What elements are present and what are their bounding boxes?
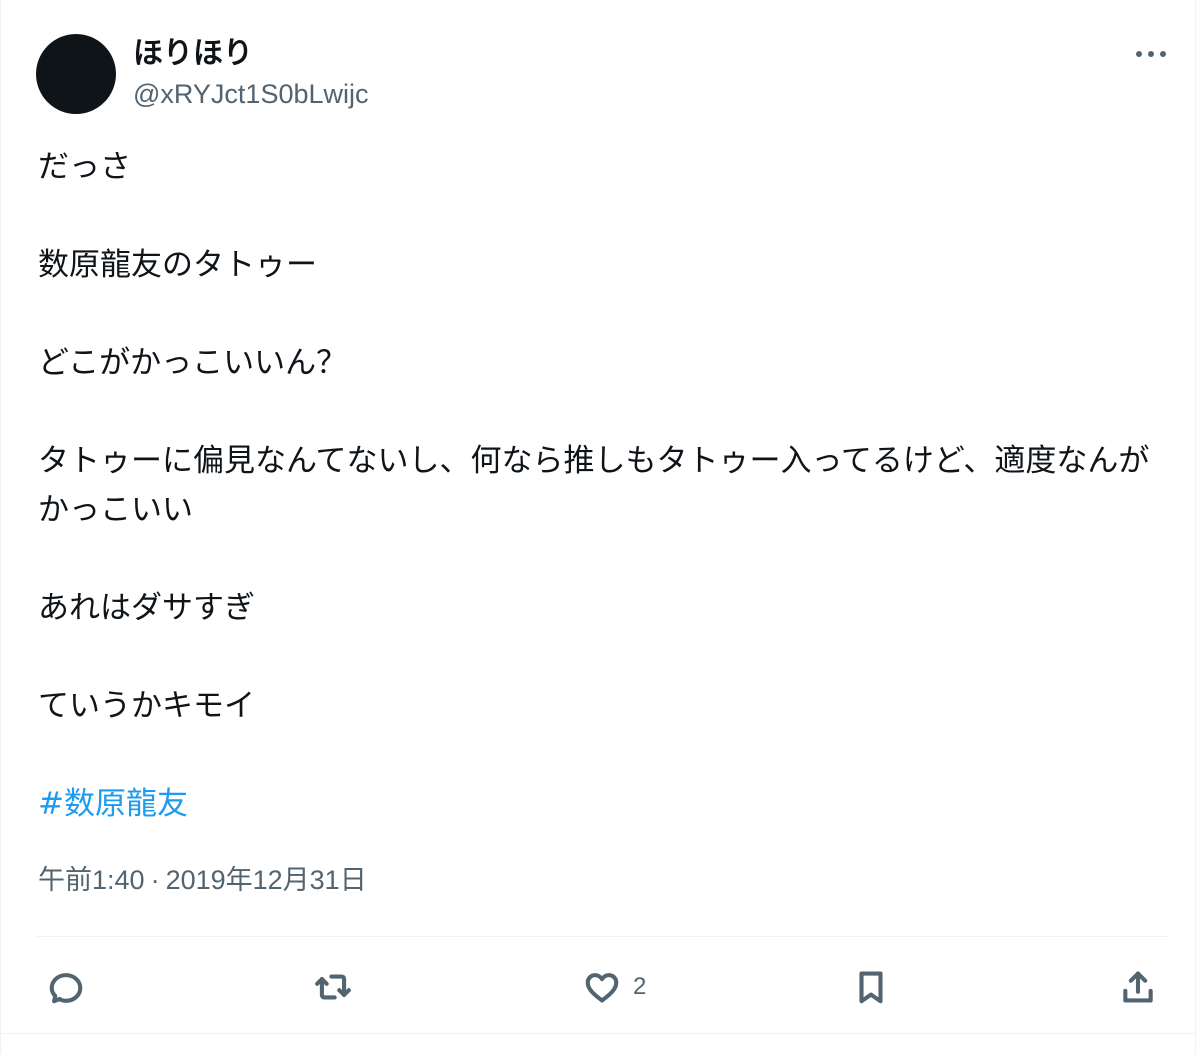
reply-button[interactable] [47, 962, 85, 1012]
tweet-timestamp[interactable]: 午前1:40 · 2019年12月31日 [38, 862, 367, 898]
retweet-icon [315, 974, 351, 1000]
hashtag-link[interactable]: #数原龍友 [38, 780, 1168, 829]
retweet-button[interactable] [314, 962, 352, 1012]
more-dots-icon [1136, 51, 1166, 57]
reply-icon [49, 973, 83, 1004]
tweet-paragraph: どこがかっこいいん？ [38, 345, 348, 381]
tweet-time: 午前1:40 [38, 865, 145, 895]
tweet-paragraph: だっさ [38, 149, 131, 185]
avatar[interactable] [36, 34, 116, 114]
author-display-name[interactable]: ほりほり [133, 36, 253, 72]
divider [36, 936, 1168, 937]
like-button[interactable]: 2 [583, 962, 646, 1012]
tweet-paragraph: ていうかキモイ [38, 688, 255, 724]
timestamp-separator: · [150, 865, 160, 895]
more-options-button[interactable] [1129, 38, 1173, 70]
tweet-date: 2019年12月31日 [165, 865, 367, 895]
bookmark-icon [859, 971, 883, 1004]
tweet-paragraph: タトゥーに偏見なんてないし、何なら推しもタトゥー入ってるけど、適度なんがかっこい… [38, 443, 1150, 528]
author-handle[interactable]: @xRYJct1S0bLwijc [133, 77, 369, 111]
tweet-text: だっさ 数原龍友のタトゥー どこがかっこいいん？ タトゥーに偏見なんてないし、何… [38, 143, 1168, 829]
bottom-border [1, 1033, 1196, 1034]
tweet-paragraph: あれはダサすぎ [38, 590, 255, 626]
tweet-paragraph: 数原龍友のタトゥー [38, 247, 317, 283]
tweet-card: ほりほり @xRYJct1S0bLwijc だっさ 数原龍友のタトゥー どこがか… [0, 0, 1196, 1054]
heart-icon [585, 973, 619, 1003]
share-icon [1123, 971, 1153, 1003]
bookmark-button[interactable] [852, 962, 890, 1012]
like-count: 2 [633, 973, 647, 1000]
share-button[interactable] [1119, 962, 1157, 1012]
